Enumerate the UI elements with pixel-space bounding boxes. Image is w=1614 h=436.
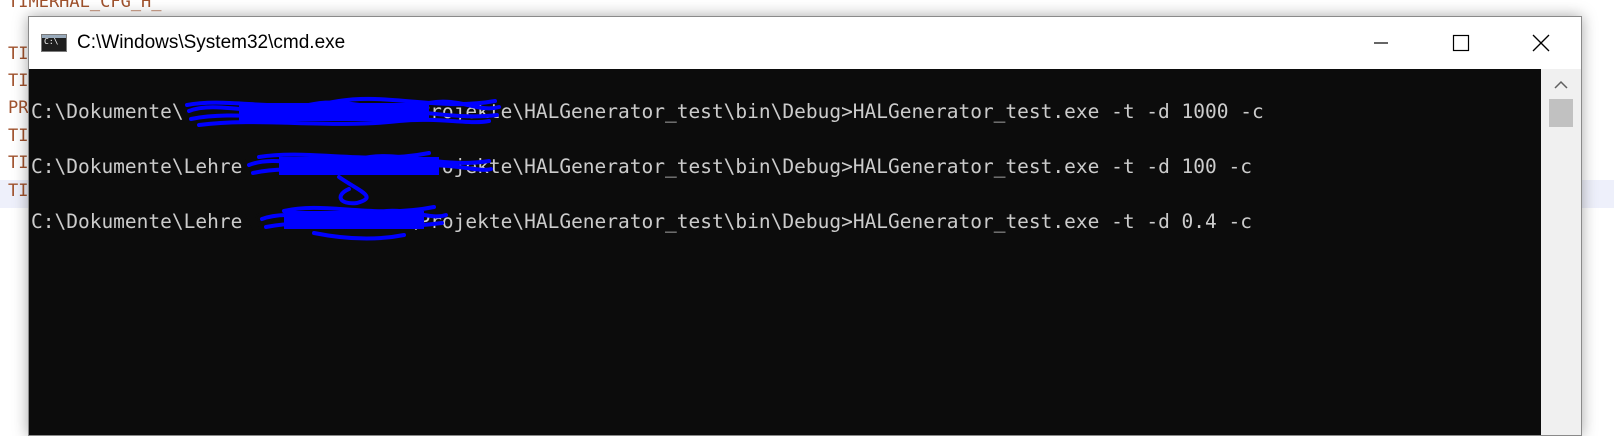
scrollbar-thumb[interactable] [1549, 99, 1573, 127]
cmd-icon[interactable] [41, 34, 67, 52]
redacted-segment: Lehre\Skripte\Timer [183, 100, 407, 123]
cmd-window: C:\Windows\System32\cmd.exe C:\Dokument [28, 16, 1582, 436]
window-controls [1341, 17, 1581, 69]
console-line: C:\Dokumente\Lehre\Skripte\Timer\Projekt… [31, 155, 1252, 178]
close-button[interactable] [1501, 17, 1581, 69]
redacted-segment: \Skripte\Timer [242, 210, 407, 233]
editor-code-line: TI [8, 153, 29, 173]
scroll-up-button[interactable] [1541, 69, 1581, 99]
maximize-icon [1452, 34, 1470, 52]
window-titlebar[interactable]: C:\Windows\System32\cmd.exe [29, 17, 1581, 69]
path-prefix: C:\Dokumente\ [31, 100, 184, 123]
close-icon [1532, 34, 1550, 52]
chevron-up-icon [1554, 80, 1568, 89]
console-line: C:\Dokumente\Lehre\Skripte\Timer\Projekt… [31, 210, 1252, 233]
command-text: \Projekte\HALGenerator_test\bin\Debug>HA… [406, 210, 1252, 233]
editor-code-line: PR [8, 98, 29, 118]
editor-code-line: TI [8, 44, 29, 64]
editor-code-line: TI [8, 181, 29, 201]
command-text: \Projekte\HALGenerator_test\bin\Debug>HA… [406, 155, 1252, 178]
path-prefix: C:\Dokumente\Lehre [31, 210, 243, 233]
editor-code-line: TI [8, 71, 29, 91]
maximize-button[interactable] [1421, 17, 1501, 69]
path-prefix: C:\Dokumente\Lehre [31, 155, 243, 178]
editor-code-line: TIMERHAL_CFG_H_ [8, 0, 162, 12]
window-title: C:\Windows\System32\cmd.exe [77, 32, 346, 53]
console-line: C:\Dokumente\Lehre\Skripte\Timer\Projekt… [31, 100, 1264, 123]
vertical-scrollbar[interactable] [1541, 69, 1581, 435]
command-text: \Projekte\HALGenerator_test\bin\Debug>HA… [406, 100, 1264, 123]
console-output[interactable]: C:\Dokumente\Lehre\Skripte\Timer\Projekt… [29, 69, 1539, 435]
redacted-segment: \Skripte\Timer [242, 155, 407, 178]
editor-code-line: TI [8, 126, 29, 146]
minimize-button[interactable] [1341, 17, 1421, 69]
minimize-icon [1374, 42, 1388, 44]
